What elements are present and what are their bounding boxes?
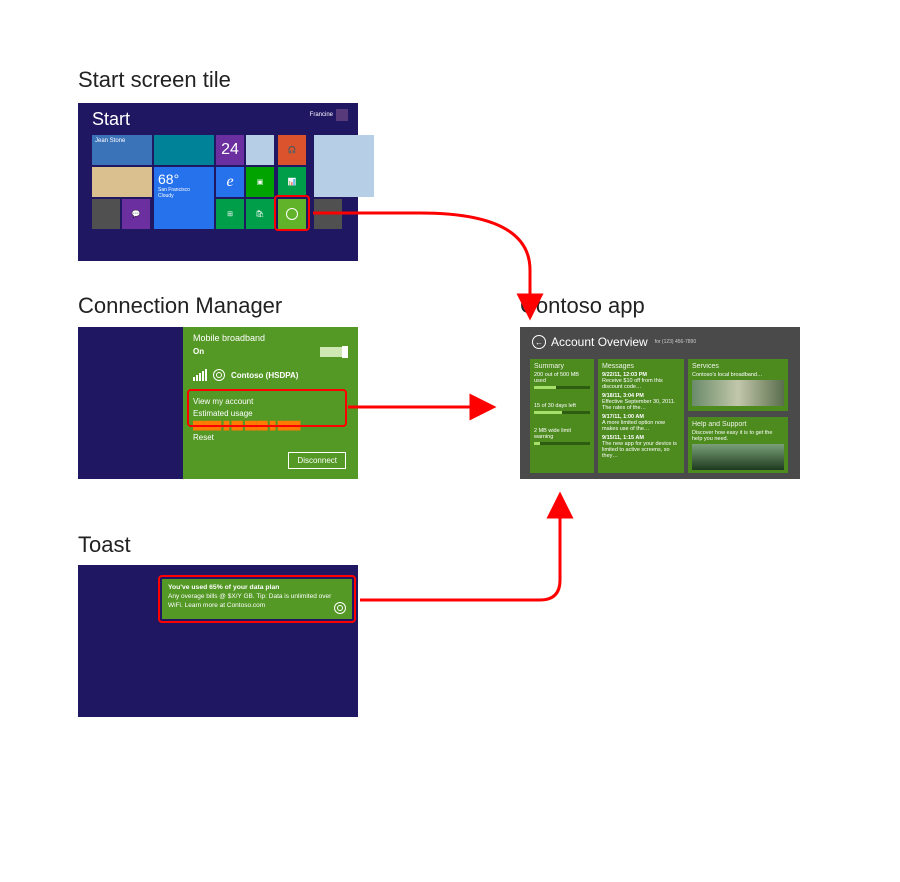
avatar-icon [336,109,348,121]
toast-ring-icon [334,602,346,614]
start-user[interactable]: Francine [310,109,348,121]
ie-icon: e [226,173,233,191]
xbox-icon: ▣ [257,178,264,186]
headphones-icon: 🎧 [288,146,297,154]
tile-weather-temp: 68° [158,171,179,187]
conn-flyout: Mobile broadband On Contoso (HSDPA) View… [183,327,358,479]
conn-left-bg [78,327,183,479]
help-image [692,444,784,470]
windows-icon: ⊞ [227,210,233,218]
tile-weather-cond: Cloudy [158,193,174,199]
label-contoso-app: Contoso app [520,293,645,319]
services-title: Services [692,363,784,370]
tile-photo-1[interactable] [246,135,274,165]
services-body: Contoso's local broadband… [692,372,784,378]
messages-title: Messages [602,363,680,370]
connection-manager-panel: Mobile broadband On Contoso (HSDPA) View… [78,327,358,479]
tile-calendar-number: 24 [221,141,239,159]
col-messages: Messages 9/22/11, 12:03 PM Receive $10 o… [598,359,684,473]
disconnect-button[interactable]: Disconnect [288,452,346,469]
tile-messaging[interactable]: 💬 [122,199,150,229]
conn-usage-details: █████ █ ██ ████ █ ████ [193,421,300,430]
app-header: ← Account Overview for (123) 456-7890 [532,335,696,349]
summary-line1: 200 out of 500 MB used [534,372,590,384]
conn-toggle[interactable] [320,347,348,357]
label-start-screen-tile: Start screen tile [78,67,231,93]
msg2-body: Effective September 30, 2011. The rates … [602,399,680,411]
toast-notification[interactable]: You've used 65% of your data plan Any ov… [162,579,352,619]
conn-view-account[interactable]: View my account [193,397,253,406]
tile-photo-large[interactable] [314,135,374,197]
chat-icon: 💬 [132,210,141,218]
contoso-app-panel: ← Account Overview for (123) 456-7890 Su… [520,327,800,479]
tile-video[interactable] [314,199,342,229]
help-body: Discover how easy it is to get the help … [692,430,784,442]
msg3-body: A more limited option now makes use of t… [602,420,680,432]
tile-music[interactable]: 🎧 [278,135,306,165]
col-help: Help and Support Discover how easy it is… [688,417,788,473]
msg1-body: Receive $10 off from this discount code… [602,378,680,390]
summary-line3: 2 MB wide limit warning [534,428,590,440]
col-services: Services Contoso's local broadband… [688,359,788,411]
tile-mail[interactable]: Jean Stone [92,135,152,165]
start-user-name: Francine [310,112,333,118]
summary-title: Summary [534,363,590,370]
arrow-toast-to-app [360,496,560,600]
chart-icon: 📊 [288,178,297,186]
back-arrow-icon[interactable]: ← [532,335,546,349]
summary-line2: 15 of 30 days left [534,403,590,409]
conn-estimated-usage[interactable]: Estimated usage [193,409,253,418]
tile-store-2[interactable]: 🛍 [246,199,274,229]
summary-bar2 [534,411,590,414]
help-title: Help and Support [692,421,784,428]
tile-contoso[interactable] [278,199,306,229]
start-title: Start [92,109,130,130]
summary-bar3 [534,442,590,445]
tile-calendar[interactable]: 24 [216,135,244,165]
msg4-body: The new app for your device is limited t… [602,441,680,459]
tile-store[interactable] [154,135,214,165]
toast-panel: You've used 65% of your data plan Any ov… [78,565,358,717]
bag-icon: 🛍 [256,210,265,218]
tile-finance[interactable]: 📊 [278,167,306,197]
conn-network-name: Contoso (HSDPA) [231,371,298,380]
tile-mail-text: Jean Stone [95,138,125,144]
summary-bar1 [534,386,590,389]
start-screen-panel: Start Francine Jean Stone 24 🎧 68° San F… [78,103,358,261]
toast-title: You've used 65% of your data plan [168,584,346,592]
col-summary: Summary 200 out of 500 MB used 15 of 30 … [530,359,594,473]
app-header-title: Account Overview [551,335,648,349]
services-image [692,380,784,406]
tile-ie[interactable]: e [216,167,244,197]
label-toast: Toast [78,532,131,558]
carrier-ring-icon [213,369,225,381]
conn-state: On [193,347,204,356]
conn-reset[interactable]: Reset [193,433,214,442]
contoso-ring-icon [286,208,298,220]
signal-bars-icon [193,369,207,381]
tile-windows[interactable]: ⊞ [216,199,244,229]
label-connection-manager: Connection Manager [78,293,282,319]
conn-heading: Mobile broadband [193,333,265,343]
tile-photo-3[interactable] [92,199,120,229]
tile-xbox[interactable]: ▣ [246,167,274,197]
toast-body: Any overage bills @ $X/Y GB. Tip: Data i… [168,593,346,609]
app-header-phone: for (123) 456-7890 [655,339,696,345]
tile-photo-2[interactable] [92,167,152,197]
tile-weather[interactable]: 68° San Francisco Cloudy [154,167,214,229]
